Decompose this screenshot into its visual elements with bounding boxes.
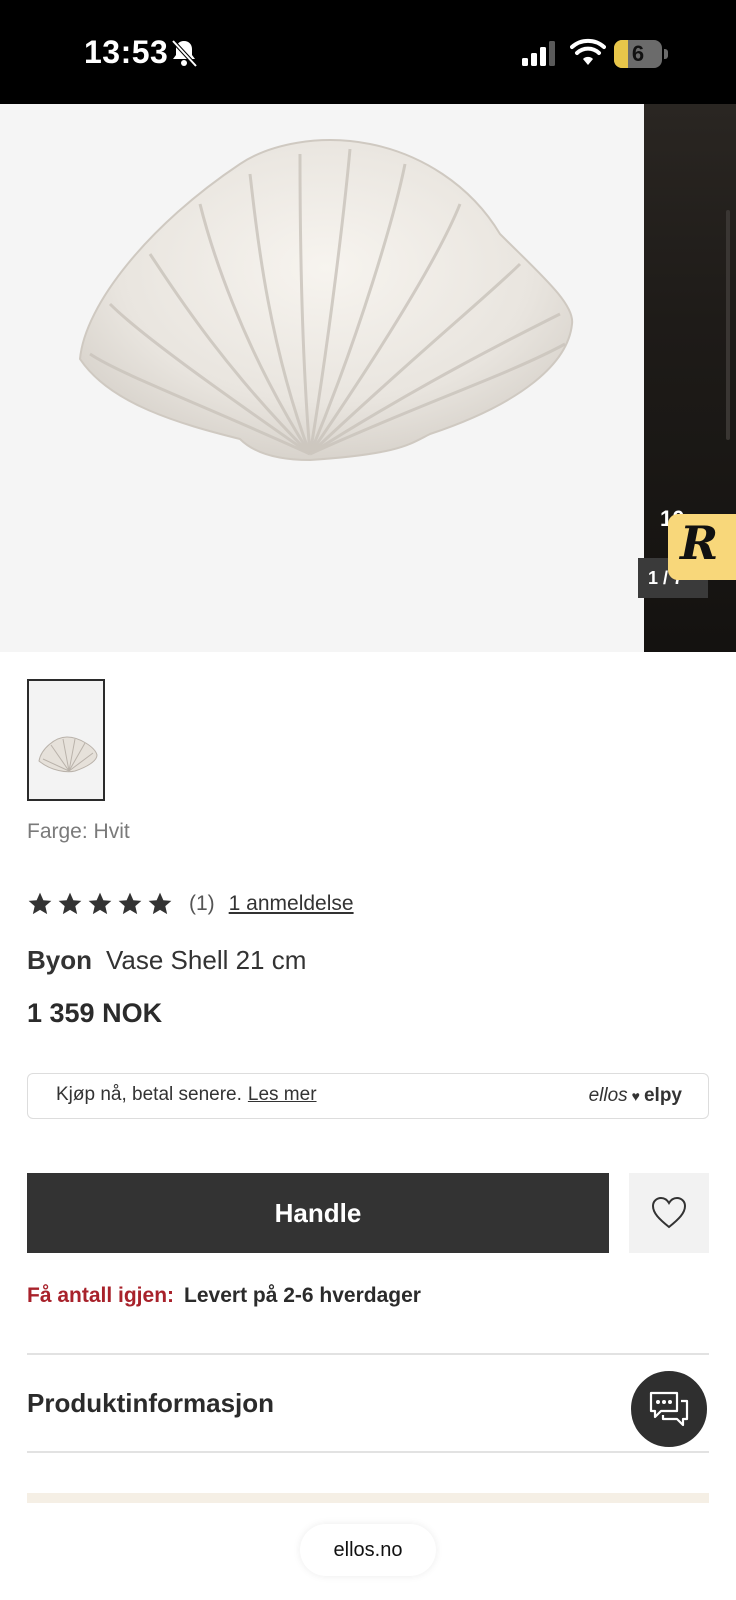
chat-icon [649, 1391, 689, 1427]
heart-logo-icon: ♥ [631, 1088, 640, 1104]
gallery-scrollbar [726, 210, 730, 440]
rating-stars [27, 891, 173, 917]
read-more-link[interactable]: Les mer [248, 1084, 317, 1105]
favorite-button[interactable] [629, 1173, 709, 1253]
battery-level: 6 [631, 41, 645, 66]
pay-later-message: Kjøp nå, betal senere. [56, 1084, 242, 1105]
product-image-shell-vase[interactable] [0, 104, 644, 652]
status-time: 13:53 [84, 34, 169, 70]
beige-banner [27, 1493, 709, 1503]
buy-button[interactable]: Handle [27, 1173, 609, 1253]
product-thumbnail[interactable] [27, 679, 105, 801]
divider [27, 1451, 709, 1453]
promo-logo-icon: R [680, 516, 719, 570]
delivery-time: Levert på 2-6 hverdager [184, 1284, 421, 1307]
promo-badge[interactable]: R [668, 514, 736, 580]
product-brand[interactable]: Byon [27, 945, 92, 975]
logo-ellos: ellos [588, 1085, 628, 1106]
wifi-icon [570, 38, 606, 65]
color-label: Farge: Hvit [27, 820, 130, 843]
product-rating[interactable]: (1) 1 anmeldelse [27, 887, 354, 921]
product-title: Byon Vase Shell 21 cm [27, 945, 306, 976]
reviews-link[interactable]: 1 anmeldelse [229, 892, 354, 916]
product-gallery[interactable]: 1 / 7 10 R [0, 104, 736, 652]
cellular-signal-icon [522, 41, 555, 66]
bell-slash-icon [171, 39, 198, 68]
ellos-elpy-logo: ellos ♥ elpy [589, 1085, 682, 1107]
rating-count: (1) [189, 892, 215, 915]
star-icon [118, 892, 142, 915]
star-icon [148, 892, 172, 915]
low-stock-warning: Få antall igjen: [27, 1284, 175, 1307]
product-name: Vase Shell 21 cm [106, 945, 307, 975]
delivery-info: Få antall igjen: Levert på 2-6 hverdager [27, 1284, 421, 1308]
product-price: 1 359 NOK [27, 998, 163, 1028]
pay-later-text: Kjøp nå, betal senere. Les mer [56, 1084, 317, 1106]
browser-url-bar[interactable]: ellos.no [300, 1524, 436, 1576]
star-icon [28, 892, 52, 915]
battery-icon: 6 [614, 40, 668, 68]
star-icon [58, 892, 82, 915]
logo-elpy: elpy [643, 1085, 682, 1106]
divider [27, 1353, 709, 1355]
pay-later-banner: Kjøp nå, betal senere. Les mer ellos ♥ elpy [27, 1073, 709, 1119]
chat-button[interactable] [629, 1369, 709, 1449]
heart-icon [651, 1196, 687, 1229]
star-icon [88, 892, 112, 915]
product-info-accordion[interactable]: Produktinformasjon [27, 1388, 274, 1419]
status-bar: 13:53 6 [0, 0, 736, 104]
